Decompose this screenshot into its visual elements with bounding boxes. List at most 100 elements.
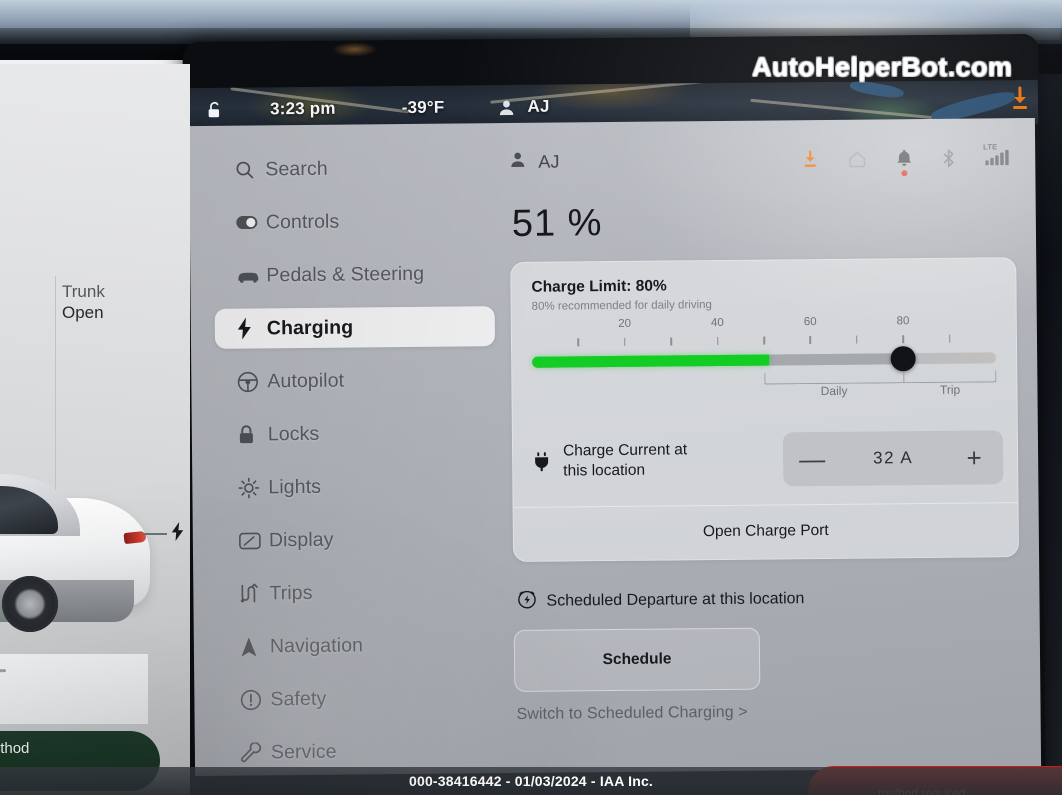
navigation-arrow-icon — [240, 636, 270, 657]
sidebar-item-display[interactable]: Display — [217, 518, 497, 561]
sidebar-item-label: Controls — [265, 210, 340, 233]
charge-port-leader-line — [143, 533, 167, 535]
slider-tick — [809, 336, 812, 345]
decrease-current-button[interactable]: — — [783, 444, 841, 474]
sidebar-item-label: Autopilot — [267, 369, 345, 392]
slider-tick-labels: 20 40 60 80 — [532, 314, 996, 334]
person-icon[interactable] — [498, 98, 515, 115]
bluetooth-icon[interactable] — [942, 148, 955, 167]
steering-wheel-icon — [237, 371, 267, 392]
sidebar-item-label: Navigation — [269, 633, 364, 657]
trunk-status-label: Trunk Open — [62, 282, 105, 323]
sidebar-item-safety[interactable]: Safety — [218, 677, 498, 720]
slider-tick-label: 60 — [803, 316, 817, 329]
wrench-icon — [240, 741, 271, 763]
settings-sidebar: Search Controls Pedals & Steering Chargi… — [213, 147, 499, 776]
account-row: AJ LTE — [509, 140, 1015, 179]
outside-temperature: -39°F — [401, 97, 445, 118]
slider-tick — [948, 334, 951, 343]
sidebar-item-label: Safety — [270, 687, 327, 710]
site-watermark: AutoHelperBot.com — [752, 52, 1013, 82]
sidebar-item-controls[interactable]: Controls — [214, 200, 494, 243]
increase-current-button[interactable]: + — [945, 442, 1003, 472]
schedule-button[interactable]: Schedule — [513, 627, 761, 692]
settings-panel: Search Controls Pedals & Steering Chargi… — [188, 117, 1042, 777]
account-name[interactable]: AJ — [538, 151, 560, 172]
toggle-icon — [236, 215, 266, 230]
lte-label: LTE — [983, 142, 998, 152]
slider-track-charge — [532, 354, 769, 368]
charge-limit-subtitle: 80% recommended for daily driving — [531, 299, 712, 313]
auction-info-text: 000-38416442 - 01/03/2024 - IAA Inc. — [408, 773, 654, 789]
slider-daily-label: Daily — [820, 383, 848, 399]
slider-tick — [624, 337, 626, 346]
software-update-download-icon[interactable] — [802, 149, 818, 169]
driver-profile-name[interactable]: AJ — [527, 97, 549, 117]
charge-current-row: Charge Current at this location — 32 A + — [513, 412, 1018, 507]
slider-tick — [763, 336, 765, 345]
search-icon — [235, 160, 265, 179]
charge-current-label: Charge Current at this location — [563, 440, 687, 481]
unlock-icon[interactable] — [204, 101, 226, 119]
scheduled-departure-label: Scheduled Departure at this location — [546, 590, 805, 610]
trips-icon — [239, 583, 269, 603]
bolt-icon — [237, 317, 267, 340]
sidebar-item-label: Pedals & Steering — [266, 262, 425, 286]
sidebar-item-lights[interactable]: Lights — [216, 465, 496, 508]
slider-tick — [716, 337, 719, 346]
trunk-label-line2: Open — [62, 302, 104, 322]
charging-settings-content: AJ LTE 51 % Charge Limit: 80% 80% recomm… — [509, 140, 1021, 724]
sidebar-item-label: Display — [268, 528, 334, 551]
sun-icon — [238, 477, 268, 498]
sidebar-item-label: Lights — [268, 475, 322, 498]
sidebar-item-autopilot[interactable]: Autopilot — [215, 359, 495, 402]
home-icon[interactable] — [848, 150, 866, 167]
download-icon[interactable] — [1009, 86, 1031, 112]
slider-trip-label: Trip — [939, 382, 961, 397]
charge-plug-icon — [533, 451, 563, 472]
sidebar-item-locks[interactable]: Locks — [216, 412, 496, 455]
charge-current-label-line1: Charge Current at — [562, 441, 688, 460]
alert-circle-icon — [240, 689, 270, 710]
charge-port-indicator — [143, 522, 184, 546]
auction-info-bar: 000-38416442 - 01/03/2024 - IAA Inc. — [0, 767, 1062, 795]
sidebar-item-trips[interactable]: Trips — [217, 571, 497, 614]
lte-signal-icon[interactable]: LTE — [983, 142, 1009, 166]
sidebar-item-pedals-steering[interactable]: Pedals & Steering — [214, 253, 494, 296]
sidebar-item-charging[interactable]: Charging — [214, 306, 496, 349]
car-front-icon — [236, 268, 266, 283]
open-charge-port-button[interactable]: Open Charge Port — [514, 503, 1018, 561]
slider-tick-marks — [532, 334, 996, 348]
person-icon[interactable] — [509, 151, 526, 173]
charge-current-stepper: — 32 A + — [782, 430, 1004, 487]
charge-limit-section: Charge Limit: 80% 80% recommended for da… — [511, 258, 1016, 417]
sidebar-item-label: Service — [270, 740, 337, 763]
slider-knob[interactable] — [890, 346, 916, 372]
vehicle-ground — [0, 654, 148, 724]
vehicle-rear-wheel — [2, 576, 58, 632]
charge-limit-slider[interactable]: 20 40 60 80 Daily Trip — [532, 314, 997, 402]
state-of-charge-readout: 51 % — [511, 202, 603, 245]
sidebar-item-navigation[interactable]: Navigation — [218, 624, 498, 667]
status-icon-tray: LTE — [802, 142, 1015, 177]
display-icon — [239, 532, 269, 549]
vehicle-illustration[interactable] — [0, 464, 184, 724]
slider-mode-divider — [903, 371, 905, 384]
sidebar-item-label: Locks — [267, 422, 320, 445]
sidebar-item-search[interactable]: Search — [213, 147, 493, 190]
lock-icon — [238, 424, 268, 444]
sidebar-item-label: Trips — [269, 581, 313, 604]
switch-to-scheduled-charging-link[interactable]: Switch to Scheduled Charging > — [514, 701, 1020, 724]
slider-tick — [855, 335, 858, 344]
tesla-touchscreen-photo: 51% 3:23 pm -39°F — [0, 0, 1062, 795]
charging-card: Charge Limit: 80% 80% recommended for da… — [510, 257, 1020, 562]
sidebar-item-label: Search — [265, 157, 328, 180]
notifications-bell-icon[interactable] — [896, 149, 912, 177]
auction-pill-line1: ayment method — [0, 740, 30, 757]
slider-tick-label: 40 — [710, 316, 724, 330]
slider-tick — [902, 335, 904, 344]
charge-current-label-line2: this location — [563, 461, 646, 480]
charge-current-value: 32 A — [872, 448, 914, 468]
slider-tick — [577, 338, 580, 347]
slider-mode-bracket — [764, 370, 997, 385]
